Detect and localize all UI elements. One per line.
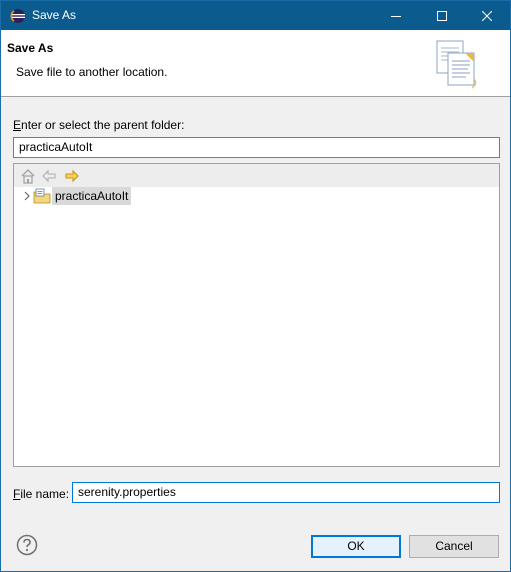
title-bar[interactable]: Save As <box>1 1 510 30</box>
project-folder-icon <box>33 188 51 204</box>
window-title: Save As <box>32 8 77 22</box>
save-as-dialog: Save As Save As Save file to another loc… <box>0 0 511 572</box>
file-name-label: File name: <box>13 487 69 501</box>
banner-description: Save file to another location. <box>16 65 168 79</box>
file-name-input[interactable]: serenity.properties <box>72 482 500 503</box>
save-as-wizard-icon <box>436 40 477 89</box>
tree-toolbar <box>14 164 499 187</box>
parent-folder-label: Enter or select the parent folder: <box>13 118 184 132</box>
dialog-banner: Save As Save file to another location. <box>1 30 510 97</box>
parent-folder-label-text: nter or select the parent folder: <box>21 118 185 132</box>
close-icon <box>482 10 492 21</box>
close-button[interactable] <box>464 1 510 30</box>
banner-heading: Save As <box>7 41 54 55</box>
chevron-right-icon[interactable] <box>22 191 32 201</box>
tree-item[interactable]: practicaAutoIt <box>22 187 222 205</box>
minimize-icon <box>391 15 401 17</box>
back-arrow-icon[interactable] <box>41 168 57 184</box>
forward-arrow-icon[interactable] <box>64 168 80 184</box>
ok-button[interactable]: OK <box>311 535 401 558</box>
maximize-button[interactable] <box>419 1 465 30</box>
folder-tree[interactable]: practicaAutoIt <box>13 163 500 467</box>
minimize-button[interactable] <box>373 1 419 30</box>
tree-item-label[interactable]: practicaAutoIt <box>52 187 132 205</box>
home-icon[interactable] <box>20 168 36 184</box>
cancel-button[interactable]: Cancel <box>409 535 499 558</box>
eclipse-app-icon <box>10 9 25 23</box>
help-icon[interactable] <box>16 534 38 556</box>
file-name-label-text: ile name: <box>20 487 70 501</box>
maximize-icon <box>437 10 447 21</box>
parent-folder-label-mnemonic: E <box>13 118 22 132</box>
parent-folder-input[interactable]: practicaAutoIt <box>13 137 500 158</box>
